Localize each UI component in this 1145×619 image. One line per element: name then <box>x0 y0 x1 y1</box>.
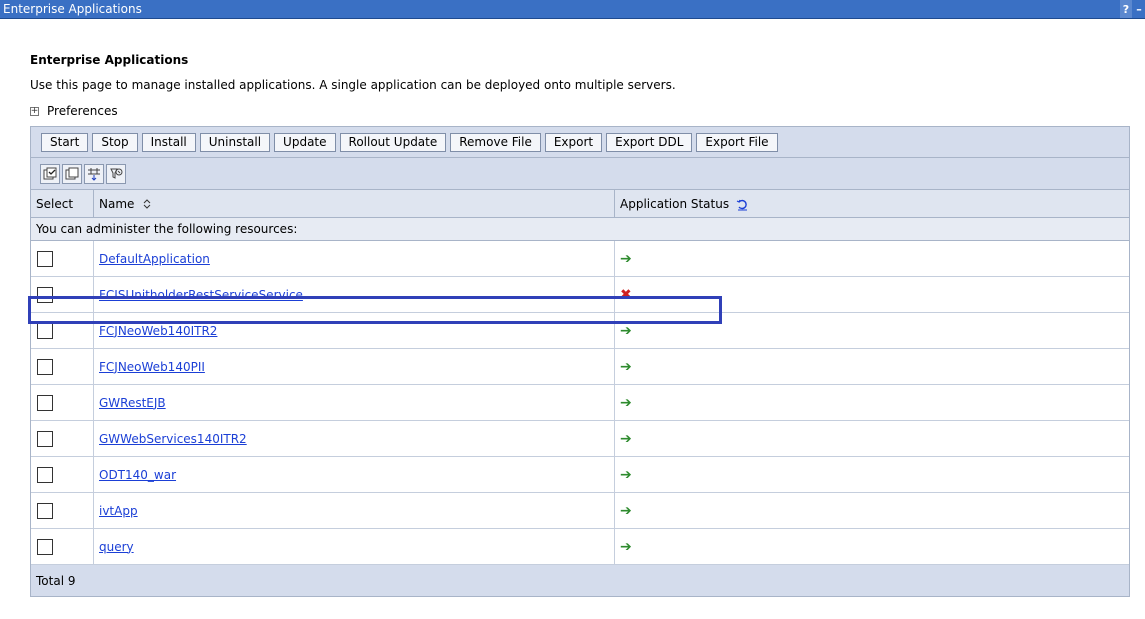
status-cell: ➔ <box>614 240 1129 277</box>
minimize-icon[interactable]: – <box>1133 0 1145 18</box>
name-cell: FCJNeoWeb140PII <box>93 348 615 385</box>
row-checkbox[interactable] <box>37 286 53 303</box>
table-icon-toolbar <box>31 158 1129 190</box>
total-row: Total 9 <box>31 564 1129 596</box>
export-file-button[interactable]: Export File <box>696 132 778 152</box>
application-link[interactable]: GWRestEJB <box>99 396 166 410</box>
help-icon[interactable]: ? <box>1120 0 1132 18</box>
started-arrow-icon: ➔ <box>620 358 632 375</box>
window-title: Enterprise Applications <box>3 2 142 16</box>
name-cell: GWWebServices140ITR2 <box>93 420 615 457</box>
select-cell <box>31 312 94 349</box>
preferences-label: Preferences <box>47 104 118 118</box>
application-link[interactable]: ODT140_war <box>99 468 176 482</box>
info-row: You can administer the following resourc… <box>31 217 1129 241</box>
started-arrow-icon: ➔ <box>620 322 632 339</box>
export-ddl-button[interactable]: Export DDL <box>606 132 693 152</box>
select-cell <box>31 492 94 529</box>
expand-icon[interactable]: + <box>30 106 39 116</box>
application-link[interactable]: FCJNeoWeb140PII <box>99 360 205 374</box>
remove-file-button[interactable]: Remove File <box>450 132 541 152</box>
status-column-header: Application Status <box>614 190 1129 218</box>
row-checkbox[interactable] <box>37 466 53 483</box>
stopped-x-icon: ✖ <box>620 286 632 303</box>
started-arrow-icon: ➔ <box>620 250 632 267</box>
name-cell: FCISUnitholderRestServiceService <box>93 276 615 313</box>
install-button[interactable]: Install <box>141 132 196 152</box>
application-link[interactable]: ivtApp <box>99 504 138 518</box>
table-row: ODT140_war ➔ <box>31 456 1129 493</box>
row-checkbox[interactable] <box>37 538 53 555</box>
row-checkbox[interactable] <box>37 250 53 267</box>
applications-table: Select Name Application Status You can a… <box>31 190 1129 596</box>
table-row: DefaultApplication ➔ <box>31 240 1129 277</box>
select-cell <box>31 528 94 565</box>
page-description: Use this page to manage installed applic… <box>30 78 676 92</box>
row-checkbox[interactable] <box>37 430 53 447</box>
status-cell: ➔ <box>614 312 1129 349</box>
table-row: FCJNeoWeb140PII ➔ <box>31 348 1129 385</box>
page-title: Enterprise Applications <box>30 53 189 67</box>
select-cell <box>31 276 94 313</box>
name-cell: GWRestEJB <box>93 384 615 421</box>
select-cell <box>31 384 94 421</box>
refresh-icon[interactable] <box>736 198 749 211</box>
table-row: query ➔ <box>31 528 1129 565</box>
row-checkbox[interactable] <box>37 322 53 339</box>
row-checkbox[interactable] <box>37 358 53 375</box>
application-link[interactable]: FCJNeoWeb140ITR2 <box>99 324 217 338</box>
select-column-header: Select <box>31 190 94 218</box>
name-cell: FCJNeoWeb140ITR2 <box>93 312 615 349</box>
table-row: GWWebServices140ITR2 ➔ <box>31 420 1129 457</box>
started-arrow-icon: ➔ <box>620 502 632 519</box>
window-title-bar: Enterprise Applications ? – <box>0 0 1145 19</box>
table-row: ivtApp ➔ <box>31 492 1129 529</box>
export-button[interactable]: Export <box>544 132 603 152</box>
sort-icon[interactable] <box>142 198 152 210</box>
application-link[interactable]: query <box>99 540 134 554</box>
applications-panel: Start Stop Install Uninstall Update Roll… <box>30 126 1130 597</box>
status-cell: ➔ <box>614 384 1129 421</box>
stop-button[interactable]: Stop <box>92 132 138 152</box>
name-cell: ivtApp <box>93 492 615 529</box>
started-arrow-icon: ➔ <box>620 394 632 411</box>
status-cell: ➔ <box>614 492 1129 529</box>
table-row: FCJNeoWeb140ITR2 ➔ <box>31 312 1129 349</box>
info-text: You can administer the following resourc… <box>31 217 1129 241</box>
select-cell <box>31 348 94 385</box>
action-toolbar: Start Stop Install Uninstall Update Roll… <box>31 127 1129 158</box>
row-checkbox[interactable] <box>37 394 53 411</box>
start-button[interactable]: Start <box>41 132 89 152</box>
deselect-all-icon[interactable] <box>62 163 82 184</box>
status-cell: ➔ <box>614 348 1129 385</box>
clear-filter-icon[interactable] <box>106 163 126 184</box>
started-arrow-icon: ➔ <box>620 466 632 483</box>
preferences-toggle[interactable]: + Preferences <box>30 104 118 118</box>
select-cell <box>31 240 94 277</box>
uninstall-button[interactable]: Uninstall <box>199 132 271 152</box>
select-cell <box>31 420 94 457</box>
status-cell: ✖ <box>614 276 1129 313</box>
show-filter-icon[interactable] <box>84 163 104 184</box>
application-link[interactable]: GWWebServices140ITR2 <box>99 432 247 446</box>
status-cell: ➔ <box>614 420 1129 457</box>
started-arrow-icon: ➔ <box>620 538 632 555</box>
total-label: Total 9 <box>31 564 1129 596</box>
name-column-header[interactable]: Name <box>93 190 615 218</box>
name-cell: DefaultApplication <box>93 240 615 277</box>
table-row: GWRestEJB ➔ <box>31 384 1129 421</box>
name-cell: query <box>93 528 615 565</box>
started-arrow-icon: ➔ <box>620 430 632 447</box>
row-checkbox[interactable] <box>37 502 53 519</box>
select-all-icon[interactable] <box>40 163 60 184</box>
application-link[interactable]: DefaultApplication <box>99 252 210 266</box>
application-link[interactable]: FCISUnitholderRestServiceService <box>99 288 303 302</box>
rollout-update-button[interactable]: Rollout Update <box>339 132 447 152</box>
select-cell <box>31 456 94 493</box>
status-cell: ➔ <box>614 528 1129 565</box>
table-row: FCISUnitholderRestServiceService ✖ <box>31 276 1129 313</box>
status-cell: ➔ <box>614 456 1129 493</box>
name-cell: ODT140_war <box>93 456 615 493</box>
update-button[interactable]: Update <box>274 132 336 152</box>
